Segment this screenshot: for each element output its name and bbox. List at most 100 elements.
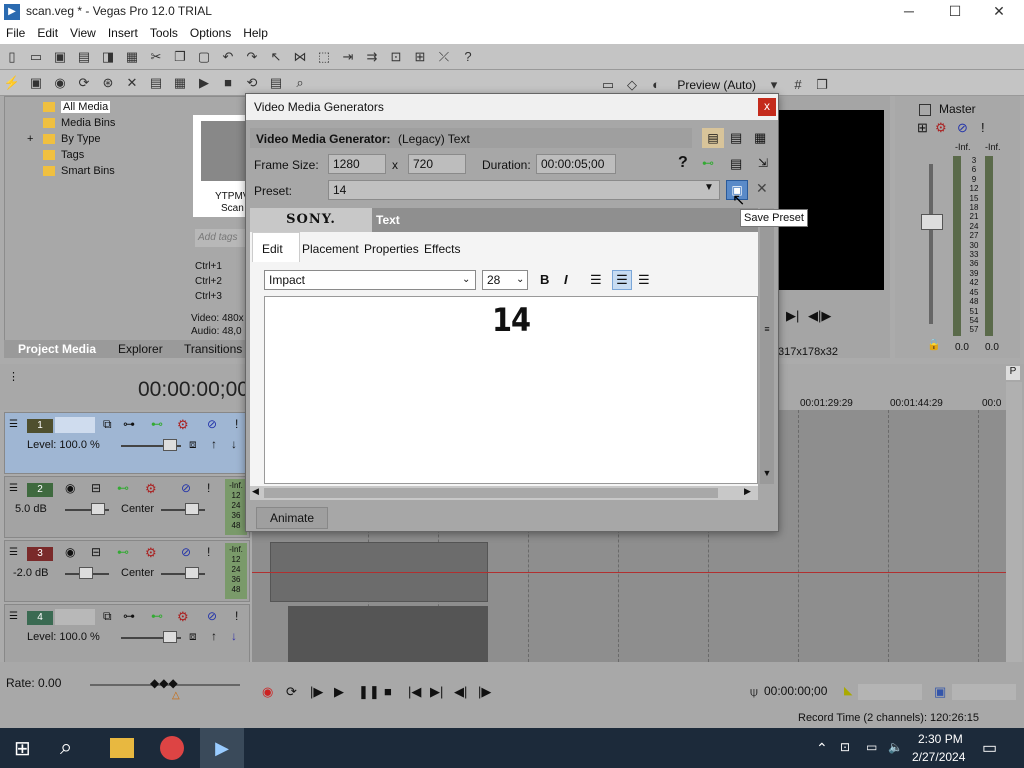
italic-button[interactable]: I [564, 272, 568, 287]
save-icon[interactable]: ▣ [49, 46, 71, 68]
selection-length-field[interactable] [952, 684, 1016, 700]
plugin-chain-icon[interactable]: ⊷ [702, 156, 714, 170]
master-fader[interactable] [921, 214, 943, 230]
go-to-start-icon[interactable]: |◀ [408, 684, 421, 700]
fx-icon[interactable]: ⊷ [117, 481, 129, 495]
track-expand-icon[interactable]: ☰ [9, 483, 18, 494]
pan-slider-thumb[interactable] [185, 567, 199, 579]
help-icon[interactable]: ? [678, 154, 688, 172]
search-icon[interactable]: ⌕ [60, 734, 72, 760]
marker-icon[interactable]: P [1006, 366, 1020, 380]
next-frame-icon[interactable]: |▶ [478, 684, 491, 700]
compositing-icon[interactable]: ⧉ [103, 609, 112, 624]
loop-icon[interactable]: ⟳ [286, 684, 297, 700]
tab-properties[interactable]: Properties [364, 242, 419, 256]
tab-transitions[interactable]: Transitions [184, 342, 242, 356]
copy-snapshot-icon[interactable]: ❐ [811, 74, 833, 96]
solo-icon[interactable]: ! [235, 417, 238, 431]
gear-icon[interactable]: ⚙ [145, 481, 157, 497]
redo-icon[interactable]: ↷ [241, 46, 263, 68]
volume-icon[interactable]: 🔈 [888, 740, 903, 754]
menu-help[interactable]: Help [237, 24, 274, 42]
record-arm-icon[interactable]: ◉ [65, 545, 75, 559]
tab-project-media[interactable]: Project Media [18, 342, 96, 356]
capture-icon[interactable]: ▣ [25, 72, 47, 94]
solo-icon[interactable]: ! [207, 481, 210, 495]
composite-mode-icon[interactable]: ⧈ [189, 437, 197, 452]
undo-icon[interactable]: ↶ [217, 46, 239, 68]
scroll-left-icon[interactable]: ◀ [252, 486, 259, 497]
solo-icon[interactable]: ! [981, 120, 985, 135]
windows-start-icon[interactable]: ⊞ [14, 736, 31, 761]
align-center-icon[interactable]: ☰ [612, 270, 632, 290]
gear-icon[interactable]: ⚙ [935, 120, 947, 136]
auto-ripple-icon[interactable]: ⇉ [361, 46, 383, 68]
chevron-down-icon[interactable]: ⌄ [462, 274, 470, 285]
animate-button[interactable]: Animate [256, 507, 328, 529]
chrome-icon[interactable] [160, 736, 184, 760]
grid-view-icon[interactable]: ▦ [754, 128, 766, 148]
menu-options[interactable]: Options [184, 24, 237, 42]
new-icon[interactable]: ▯ [1, 46, 23, 68]
bold-button[interactable]: B [540, 272, 549, 287]
display-icon[interactable]: ▭ [866, 740, 877, 754]
solo-icon[interactable]: ! [207, 545, 210, 559]
lock-icon[interactable]: 🔒 [927, 338, 941, 351]
track-header-1[interactable]: ☰ 1 ⧉ ⊶ ⊷ ⚙ ⊘ ! Level: 100.0 % ⧈ ↑ ↓ [4, 412, 250, 474]
mute-icon[interactable]: ⊘ [181, 545, 191, 559]
selection-start-field[interactable] [858, 684, 922, 700]
tab-placement[interactable]: Placement [302, 242, 359, 256]
fx-icon[interactable]: ⊷ [151, 609, 163, 623]
child-icon[interactable]: ↓ [231, 629, 237, 643]
child-icon[interactable]: ↓ [231, 437, 237, 451]
media-thumbnail[interactable]: YTPMV Scan [193, 115, 249, 217]
media-fx-icon[interactable]: ⊛ [97, 72, 119, 94]
track-header-2[interactable]: ☰ 2 ◉ ⊟ ⊷ ⚙ ⊘ ! 5.0 dB Center -Inf. 12 24 3… [4, 476, 250, 538]
preset-input[interactable]: 14 [328, 180, 720, 200]
add-tags-input[interactable]: Add tags [195, 229, 245, 247]
level-slider-thumb[interactable] [163, 631, 177, 643]
master-fader-track[interactable] [929, 164, 933, 324]
menu-tools[interactable]: Tools [144, 24, 184, 42]
go-to-end-icon[interactable]: ▶| [430, 684, 443, 700]
volume-slider-thumb[interactable] [91, 503, 105, 515]
tree-tags[interactable]: Tags [43, 149, 84, 161]
menu-view[interactable]: View [64, 24, 102, 42]
gear-icon[interactable]: ⚙ [177, 609, 189, 625]
stop-preview-icon[interactable]: ■ [217, 72, 239, 94]
properties-icon[interactable]: ▦ [121, 46, 143, 68]
save-as-icon[interactable]: ▤ [73, 46, 95, 68]
track-name-field[interactable] [55, 417, 95, 433]
overlays-icon[interactable]: # [787, 74, 809, 96]
composite-mode-icon[interactable]: ⧈ [189, 629, 197, 644]
printer-icon[interactable]: ▤ [730, 156, 742, 172]
track-expand-icon[interactable]: ☰ [9, 611, 18, 622]
fx-icon[interactable]: ⊞ [917, 120, 928, 136]
align-left-icon[interactable]: ☰ [590, 272, 602, 288]
mute-icon[interactable]: ⊘ [207, 609, 217, 623]
normal-edit-tool-icon[interactable]: ↖ [265, 46, 287, 68]
menu-file[interactable]: File [0, 24, 31, 42]
fx-icon[interactable]: ⊷ [151, 417, 163, 431]
auto-preview-icon[interactable]: ⟲ [241, 72, 263, 94]
cut-icon[interactable]: ✂ [145, 46, 167, 68]
maximize-button[interactable]: ☐ [932, 0, 978, 24]
search-media-icon[interactable]: ⌕ [289, 72, 311, 94]
track-header-4[interactable]: ☰ 4 ⧉ ⊶ ⊷ ⚙ ⊘ ! Level: 100.0 % ⧈ ↑ ↓ [4, 604, 250, 666]
motion-icon[interactable]: ⊶ [123, 417, 135, 431]
duration-input[interactable]: 00:00:05;00 [536, 154, 616, 174]
network-icon[interactable]: ⊡ [840, 740, 850, 754]
timeline-vertical-scrollbar[interactable] [1006, 382, 1022, 662]
align-right-icon[interactable]: ☰ [638, 272, 650, 288]
media-properties-icon[interactable]: ▤ [145, 72, 167, 94]
delete-preset-icon[interactable]: ✕ [756, 180, 768, 197]
dialog-vertical-scrollbar[interactable]: ≡ ▼ [760, 208, 774, 484]
ignore-grouping-icon[interactable]: ⊞ [409, 46, 431, 68]
crossfade-icon[interactable]: ⤫ [433, 46, 455, 68]
level-slider-thumb[interactable] [163, 439, 177, 451]
notifications-icon[interactable]: ▭ [982, 738, 997, 758]
view-mode-icon[interactable]: ▤ [702, 128, 724, 148]
dialog-horizontal-scrollbar[interactable]: ◀ ▶ [250, 486, 758, 500]
tab-effects[interactable]: Effects [424, 242, 460, 256]
record-icon[interactable]: ◉ [262, 684, 273, 700]
